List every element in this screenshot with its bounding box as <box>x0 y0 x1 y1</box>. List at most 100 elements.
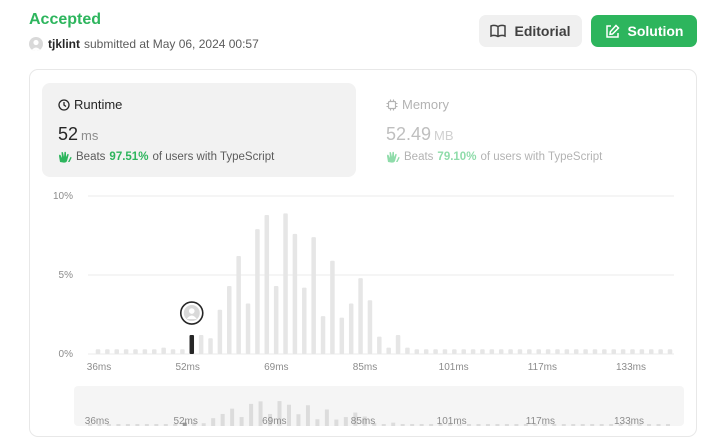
overview-bar <box>334 419 339 426</box>
chart-bar <box>161 347 166 354</box>
x-tick-label: 36ms <box>87 362 111 373</box>
chart-bar <box>536 349 541 354</box>
overview-bar <box>324 409 329 426</box>
overview-bar <box>666 424 670 426</box>
overview-bar <box>476 424 481 426</box>
overview-tick-label: 52ms <box>173 416 197 427</box>
overview-bar <box>249 403 254 426</box>
y-tick-label: 5% <box>59 270 74 281</box>
chart-bar <box>152 349 157 354</box>
chart-bar <box>414 349 420 354</box>
overview-bar <box>343 417 348 426</box>
overview-tick-label: 133ms <box>614 416 644 427</box>
y-tick-label: 0% <box>59 349 74 360</box>
chart-bar <box>273 286 279 354</box>
overview-tick-label: 36ms <box>85 416 109 427</box>
chart-bar <box>133 349 138 354</box>
user-marker <box>179 301 204 325</box>
chart-bar <box>283 213 288 354</box>
chart-bar <box>517 349 523 354</box>
chart-bar <box>208 338 213 354</box>
overview-bar <box>144 424 149 426</box>
overview-bar <box>656 424 661 426</box>
overview-bar <box>514 424 519 426</box>
chart-bar <box>264 214 270 354</box>
overview-bar <box>647 424 652 426</box>
overview-tick-label: 101ms <box>437 416 467 427</box>
chart-bar <box>217 309 223 354</box>
chart-bar <box>489 349 495 354</box>
chart-bar <box>123 349 129 354</box>
chart-bar <box>227 286 232 354</box>
overview-bar <box>495 424 500 426</box>
overview-bar <box>305 405 310 426</box>
overview-bar <box>220 413 225 426</box>
chart-bar <box>339 317 345 354</box>
x-tick-label: 85ms <box>353 362 377 373</box>
overview-bar <box>571 424 576 426</box>
user-icon <box>188 308 195 314</box>
overview-tick-label: 85ms <box>351 416 375 427</box>
chart-bar <box>105 349 110 354</box>
overview-bar <box>286 404 291 426</box>
overview-bar <box>429 424 434 426</box>
chart-bar <box>386 347 391 354</box>
runtime-distribution-chart[interactable]: 0% 5% 10% 36ms 52ms 69ms 85ms 101ms 117ms 133ms 36… <box>0 0 715 444</box>
chart-bar <box>630 349 635 354</box>
chart-bar <box>648 349 654 354</box>
x-tick-label: 117ms <box>528 362 557 373</box>
overview-bar <box>391 422 396 426</box>
overview-bar <box>504 424 509 426</box>
chart-bar <box>527 349 532 354</box>
overview-bar <box>135 424 140 426</box>
overview-bar <box>211 418 216 426</box>
chart-bar <box>292 233 298 354</box>
overview-bar <box>163 424 168 426</box>
overview-bar <box>315 419 320 426</box>
overview-bar <box>485 424 490 426</box>
chart-bar <box>611 349 616 354</box>
chart-bar <box>555 349 560 354</box>
chart-bar <box>639 349 645 354</box>
chart-bar <box>405 347 410 354</box>
overview-bar <box>467 424 472 426</box>
overview-bar <box>400 424 405 426</box>
overview-tick-label: 69ms <box>262 416 286 427</box>
overview-bar <box>561 424 566 426</box>
chart-bar <box>377 336 382 354</box>
chart-bar <box>236 256 241 354</box>
chart-bar <box>658 349 663 354</box>
x-tick-label: 52ms <box>175 362 199 373</box>
overview-bar <box>381 424 386 426</box>
chart-bar <box>255 229 260 354</box>
chart-bar <box>461 349 466 354</box>
chart-bar <box>583 349 588 354</box>
chart-bar <box>433 349 438 354</box>
chart-bar <box>592 349 598 354</box>
overview-bar <box>590 424 595 426</box>
chart-bar <box>180 349 185 354</box>
y-tick-label: 10% <box>53 191 73 202</box>
overview-bar <box>599 424 604 426</box>
chart-bar <box>114 349 120 354</box>
chart-bar <box>442 349 448 354</box>
chart-bar <box>348 303 354 354</box>
overview-bar <box>154 424 159 426</box>
chart-bar <box>498 349 504 354</box>
chart-bar <box>508 349 513 354</box>
x-tick-label: 101ms <box>439 362 469 373</box>
overview-bar <box>230 408 235 426</box>
chart-bar <box>330 260 335 354</box>
chart-bar <box>573 349 579 354</box>
chart-bar <box>480 349 485 354</box>
chart-bar <box>142 349 148 354</box>
chart-bar <box>423 349 429 354</box>
x-tick-label: 69ms <box>264 362 288 373</box>
chart-bar <box>170 349 176 354</box>
chart-bar <box>358 278 363 354</box>
overview-bar <box>609 424 614 426</box>
chart-bar <box>95 349 101 354</box>
overview-bar <box>125 424 130 426</box>
range-brush <box>74 386 684 426</box>
overview-bar <box>239 417 244 426</box>
